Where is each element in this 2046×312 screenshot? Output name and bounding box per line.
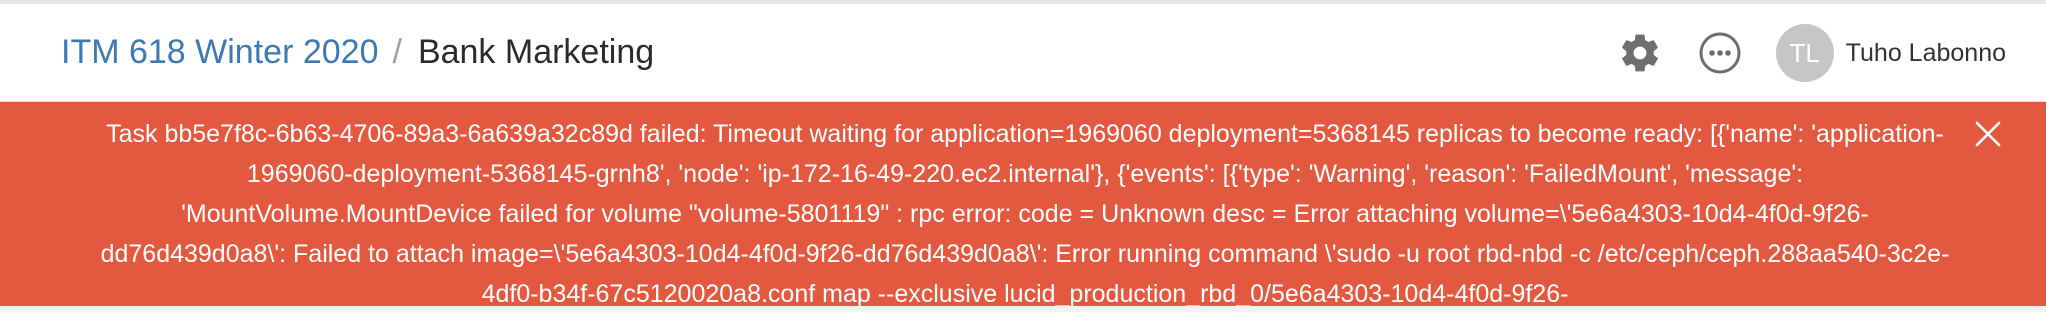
user-menu[interactable]: TL Tuho Labonno [1775, 24, 2006, 82]
close-icon [1975, 121, 2001, 147]
user-name: Tuho Labonno [1845, 38, 2006, 67]
avatar: TL [1775, 24, 1834, 82]
breadcrumb-course-link[interactable]: ITM 618 Winter 2020 [61, 30, 378, 74]
gear-icon [1621, 34, 1658, 72]
breadcrumb: ITM 618 Winter 2020 / Bank Marketing [61, 30, 654, 74]
header-actions: TL Tuho Labonno [1614, 22, 2006, 84]
more-options-icon [1699, 32, 1741, 74]
alert-close-button[interactable] [1970, 116, 2006, 152]
error-alert: Task bb5e7f8c-6b63-4706-89a3-6a639a32c89… [0, 102, 2046, 312]
breadcrumb-separator: / [392, 33, 402, 71]
alert-message: Task bb5e7f8c-6b63-4706-89a3-6a639a32c89… [100, 120, 1950, 308]
breadcrumb-current-page: Bank Marketing [417, 33, 655, 71]
bottom-strip [0, 306, 2046, 312]
page-header: ITM 618 Winter 2020 / Bank Marketing TL … [0, 4, 2046, 102]
more-options-button[interactable] [1694, 27, 1746, 79]
settings-button[interactable] [1614, 27, 1666, 79]
